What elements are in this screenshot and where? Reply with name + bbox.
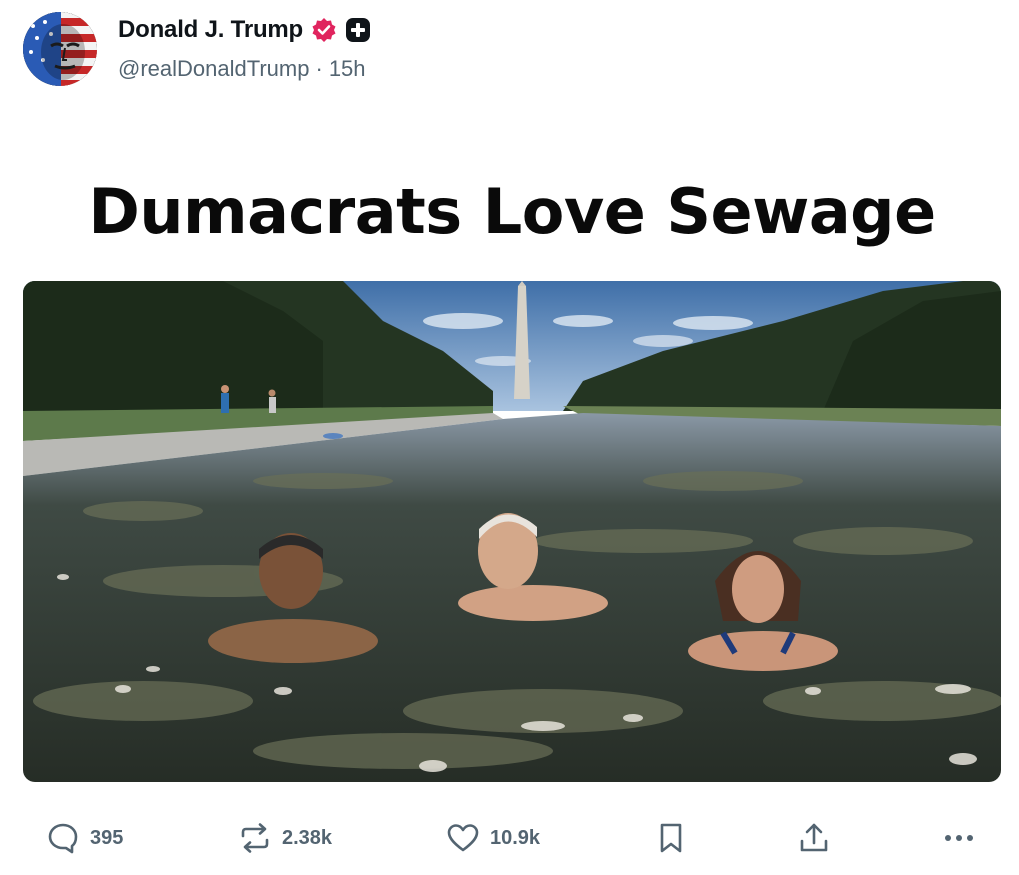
repost-button[interactable]: 2.38k bbox=[238, 812, 332, 864]
author-name-row: Donald J. Trump bbox=[118, 14, 371, 46]
like-button[interactable]: 10.9k bbox=[446, 812, 540, 864]
repost-icon bbox=[241, 823, 269, 853]
reply-icon bbox=[48, 823, 78, 854]
author-handle[interactable]: @realDonaldTrump bbox=[118, 56, 309, 82]
bookmark-icon bbox=[660, 823, 682, 853]
like-count: 10.9k bbox=[490, 826, 541, 849]
more-icon bbox=[945, 835, 973, 841]
share-icon bbox=[800, 823, 828, 852]
reply-count: 395 bbox=[90, 826, 124, 849]
share-button[interactable] bbox=[797, 812, 831, 864]
bookmark-button[interactable] bbox=[654, 812, 688, 864]
plus-badge-icon bbox=[345, 17, 371, 43]
post-media-image[interactable] bbox=[23, 281, 1001, 782]
meta-separator: · bbox=[315, 56, 323, 81]
post: Donald J. Trump @realDonaldTrump · 15h D… bbox=[0, 0, 1019, 875]
reflecting-pool-photo-icon bbox=[23, 281, 1001, 782]
repost-count: 2.38k bbox=[282, 826, 333, 849]
media-caption-text: Dumacrats Love Sewage bbox=[88, 175, 936, 248]
flag-face-avatar-icon bbox=[23, 12, 97, 86]
avatar[interactable] bbox=[23, 12, 97, 86]
author-display-name[interactable]: Donald J. Trump bbox=[118, 16, 303, 44]
author-meta-row: @realDonaldTrump · 15h bbox=[118, 56, 366, 82]
more-options-button[interactable] bbox=[942, 812, 976, 864]
verified-badge-icon bbox=[311, 17, 337, 43]
reply-button[interactable]: 395 bbox=[46, 812, 123, 864]
heart-icon bbox=[447, 824, 479, 852]
post-actions-bar: 395 2.38k 10.9k bbox=[0, 812, 1019, 864]
post-timestamp[interactable]: 15h bbox=[329, 56, 366, 82]
